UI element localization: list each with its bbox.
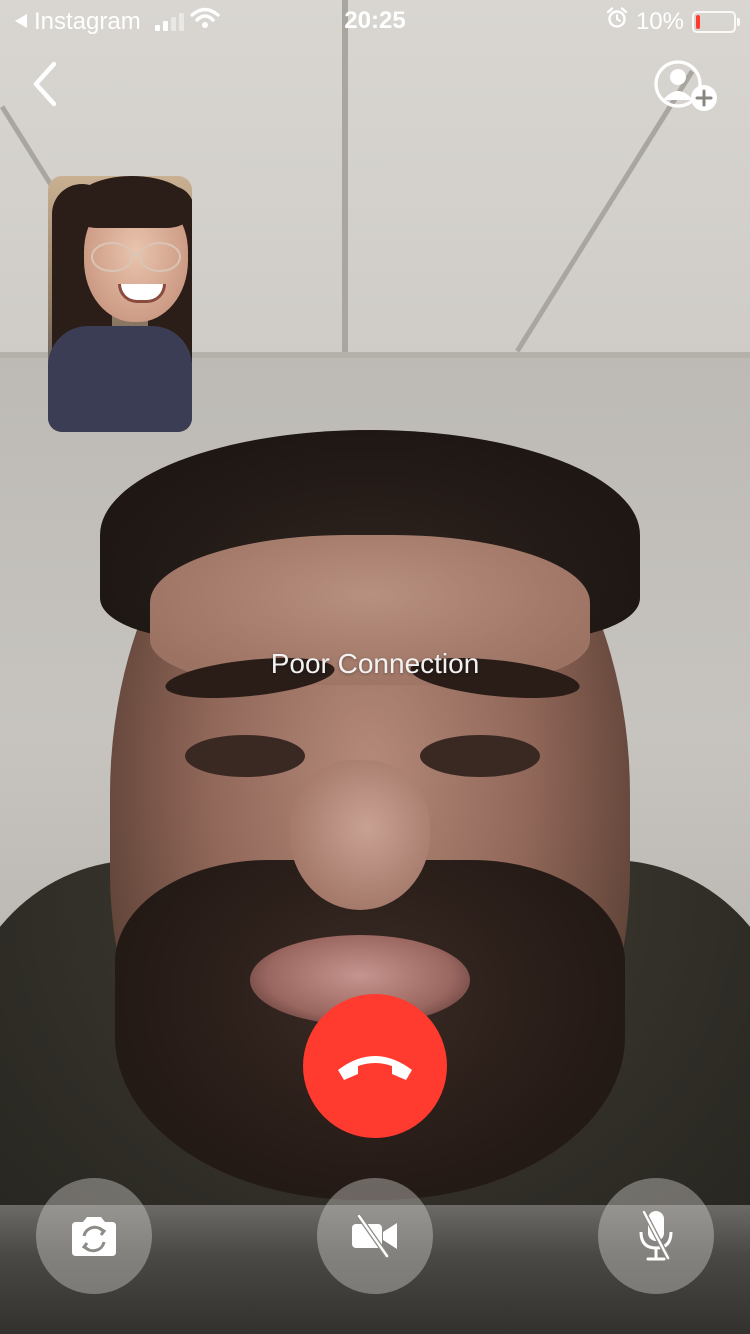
remote-person-nose <box>290 760 430 910</box>
status-bar: Instagram 20:25 10% <box>0 0 750 40</box>
connection-status: Poor Connection <box>270 648 480 679</box>
video-toggle-button[interactable] <box>317 1178 433 1294</box>
ceiling-seam <box>342 0 348 356</box>
flip-camera-button[interactable] <box>36 1178 152 1294</box>
mic-off-icon <box>639 1209 673 1261</box>
remote-person-eye <box>185 735 305 777</box>
back-button[interactable] <box>26 58 70 110</box>
battery-fill <box>696 14 700 29</box>
add-person-icon <box>654 60 717 111</box>
chevron-left-icon <box>33 61 57 107</box>
alarm-icon <box>606 7 628 36</box>
self-glasses <box>91 242 181 272</box>
flip-camera-icon <box>72 1217 116 1256</box>
phone-hangup-icon <box>338 1056 412 1080</box>
self-sweater <box>48 326 192 432</box>
battery-percent: 10% <box>635 7 684 35</box>
battery-icon <box>692 10 740 33</box>
self-hair <box>76 176 188 228</box>
remote-person-eye <box>420 735 540 777</box>
video-off-icon <box>352 1214 397 1258</box>
self-video-preview[interactable] <box>48 176 192 432</box>
add-person-button[interactable] <box>652 58 722 114</box>
mute-microphone-button[interactable] <box>598 1178 714 1294</box>
end-call-button[interactable] <box>303 994 447 1138</box>
